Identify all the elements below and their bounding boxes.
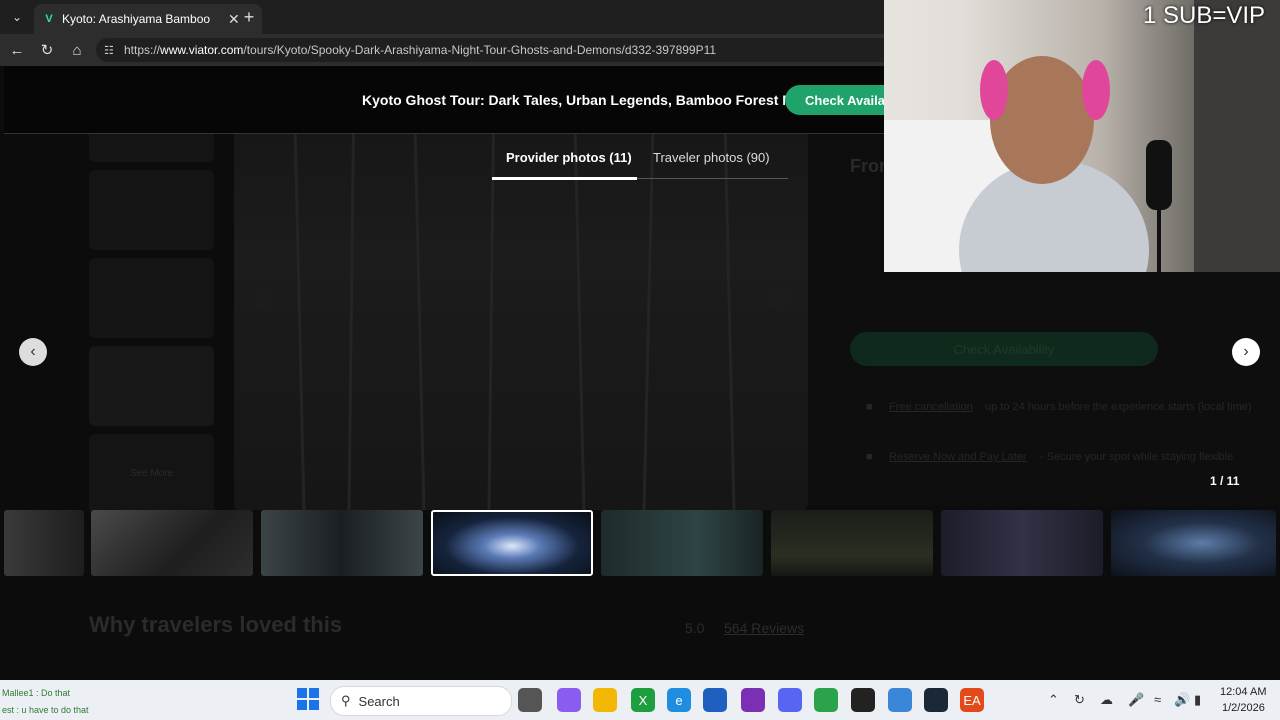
bamboo-forest-photo: [252, 82, 791, 510]
photo-prev-icon: [252, 287, 276, 311]
site-info-icon[interactable]: ☷: [104, 44, 118, 57]
clock-time[interactable]: 12:04 AM: [1220, 686, 1266, 698]
stream-sub-overlay-text: 1 SUB=VIP: [1143, 2, 1266, 29]
tray-sync-icon[interactable]: ↻: [1074, 692, 1085, 708]
tray-chevron-up-icon[interactable]: ⌃: [1048, 692, 1059, 708]
taskbar-search[interactable]: ⚲ Search: [330, 686, 512, 716]
filmstrip-thumbnail[interactable]: [4, 510, 84, 576]
tour-title: Kyoto Ghost Tour: Dark Tales, Urban Lege…: [362, 92, 819, 108]
chevron-right-icon: ›: [1243, 343, 1249, 360]
active-tab-indicator: [492, 177, 637, 180]
reserve-now-link[interactable]: Reserve Now and Pay Later: [889, 451, 1027, 463]
see-more-label: See More: [129, 468, 174, 479]
free-cancellation-checkbox-icon: ■: [866, 401, 873, 413]
steam-icon[interactable]: [924, 688, 948, 712]
gallery-thumbnail[interactable]: [89, 258, 214, 338]
filmstrip-thumbnail[interactable]: [91, 510, 253, 576]
ea-app-icon[interactable]: EA: [960, 688, 984, 712]
windows-start-icon[interactable]: [297, 688, 319, 710]
free-cancellation-desc: up to 24 hours before the experience sta…: [985, 401, 1252, 413]
browser-nav-bar: ← ↻ ⌂ ☷ https://www.viator.com/tours/Kyo…: [0, 34, 884, 66]
file-explorer-icon[interactable]: [593, 688, 617, 712]
stream-chat-line: est : u have to do that: [2, 705, 89, 715]
reserve-now-desc: - Secure your spot while staying flexibl…: [1040, 451, 1234, 463]
tab-provider-photos[interactable]: Provider photos (11): [506, 150, 632, 165]
copilot-icon[interactable]: [557, 688, 581, 712]
gallery-see-more[interactable]: See More: [89, 434, 214, 514]
microphone-icon[interactable]: 🎤: [1128, 692, 1144, 708]
prev-photo-button[interactable]: ‹: [19, 338, 47, 366]
reserve-checkbox-icon: ■: [866, 451, 873, 463]
filmstrip-thumbnail[interactable]: [261, 510, 423, 576]
tray-app-icon[interactable]: ☁: [1100, 692, 1113, 708]
home-icon[interactable]: ⌂: [63, 34, 91, 66]
battery-icon[interactable]: ▮: [1194, 692, 1201, 708]
rating-value: 5.0: [685, 620, 705, 636]
chevron-left-icon: ‹: [30, 343, 36, 360]
browser-tab-bar: ⌄ V Kyoto: Arashiyama Bamboo Forest ✕ +: [0, 0, 884, 34]
filmstrip-thumbnail[interactable]: [601, 510, 763, 576]
xbox-icon[interactable]: X: [631, 688, 655, 712]
proton-vpn-icon[interactable]: [741, 688, 765, 712]
reviews-link[interactable]: 564 Reviews: [724, 620, 804, 636]
filmstrip-thumbnail[interactable]: [941, 510, 1103, 576]
address-bar[interactable]: ☷ https://www.viator.com/tours/Kyoto/Spo…: [96, 38, 884, 62]
filmstrip-thumbnail-selected[interactable]: [431, 510, 593, 576]
obs-icon[interactable]: [851, 688, 875, 712]
gallery-thumbnail[interactable]: [89, 346, 214, 426]
stream-chat-line: Mallee1 : Do that: [2, 688, 71, 698]
photo-counter: 1 / 11: [1210, 474, 1240, 488]
streamer-webcam-image: [884, 0, 1280, 272]
volume-icon[interactable]: 🔊: [1174, 692, 1190, 708]
photo-next-icon: [767, 287, 791, 311]
webcam-overlay: [884, 0, 1280, 272]
discord-icon[interactable]: [778, 688, 802, 712]
main-photo: [234, 82, 808, 510]
store-icon[interactable]: [703, 688, 727, 712]
back-arrow-icon[interactable]: ←: [3, 34, 31, 66]
chrome-icon[interactable]: [814, 688, 838, 712]
tab-title: Kyoto: Arashiyama Bamboo Forest: [62, 12, 212, 26]
tab-list-chevron-icon[interactable]: ⌄: [6, 6, 28, 28]
reload-icon[interactable]: ↻: [33, 34, 61, 66]
search-icon: ⚲: [341, 693, 351, 708]
notepad-icon[interactable]: [888, 688, 912, 712]
why-travelers-heading: Why travelers loved this: [89, 612, 343, 637]
search-label: Search: [358, 693, 400, 709]
tab-traveler-photos[interactable]: Traveler photos (90): [653, 150, 770, 165]
viator-favicon-icon: V: [45, 13, 53, 25]
filmstrip-thumbnail[interactable]: [771, 510, 933, 576]
clock-date[interactable]: 1/2/2026: [1222, 702, 1265, 714]
task-view-icon[interactable]: [518, 688, 542, 712]
new-tab-icon[interactable]: +: [238, 6, 260, 28]
browser-tab[interactable]: V Kyoto: Arashiyama Bamboo Forest ✕: [34, 4, 262, 34]
wifi-icon[interactable]: ≈: [1154, 692, 1161, 707]
filmstrip-thumbnail[interactable]: [1111, 510, 1276, 576]
check-availability-button[interactable]: Check Availability: [850, 332, 1158, 366]
next-photo-button[interactable]: ›: [1232, 338, 1260, 366]
free-cancellation-link[interactable]: Free cancellation: [889, 401, 973, 413]
url-text: https://www.viator.com/tours/Kyoto/Spook…: [124, 43, 717, 57]
photo-filmstrip: [0, 510, 1280, 576]
gallery-thumbnail[interactable]: [89, 170, 214, 250]
edge-icon[interactable]: e: [667, 688, 691, 712]
